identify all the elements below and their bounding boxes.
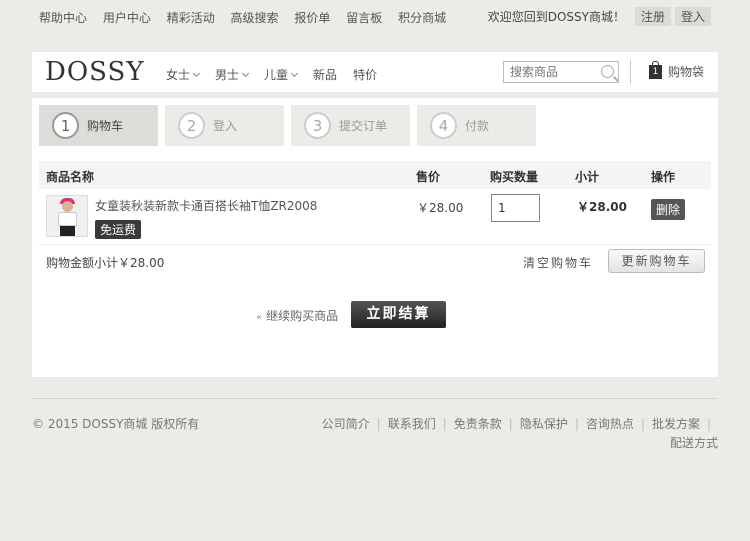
nav-kids[interactable]: 儿童 — [264, 66, 299, 83]
bag-label: 购物袋 — [668, 65, 705, 79]
shopping-bag[interactable]: 1 购物袋 — [649, 60, 705, 80]
checkout-button[interactable]: 立即结算 — [351, 301, 446, 328]
continue-shopping-label: 继续购买商品 — [266, 309, 339, 323]
chevron-down-icon — [192, 69, 201, 77]
nav-women[interactable]: 女士 — [166, 66, 201, 83]
top-links: 帮助中心 用户中心 精彩活动 高级搜索 报价单 留言板 积分商城 — [39, 9, 459, 28]
welcome-bar: 欢迎您回到DOSSY商城！ 注册 登入 — [488, 7, 711, 26]
search-box — [503, 61, 619, 83]
delete-button[interactable]: 删除 — [651, 199, 686, 220]
product-price: ￥28.00 — [417, 201, 464, 215]
step-label: 购物车 — [87, 119, 124, 133]
bag-icon: 1 — [649, 60, 662, 79]
search-input[interactable] — [504, 62, 594, 82]
step-submit-order: 3 提交订单 — [291, 105, 410, 146]
main-nav: 女士 男士 儿童 新品 特价 — [166, 66, 393, 83]
update-cart-button[interactable]: 更新购物车 — [608, 249, 705, 273]
nav-new[interactable]: 新品 — [313, 66, 337, 83]
continue-shopping-link[interactable]: «继续购买商品 — [256, 307, 338, 324]
header-subtotal: 小计 — [575, 170, 600, 184]
divider — [630, 60, 631, 84]
header-quantity: 购买数量 — [490, 170, 539, 184]
cart-panel: 1 购物车 2 登入 3 提交订单 4 付款 商品名称 售价 购买数量 小计 操… — [32, 98, 718, 377]
cart-summary: 购物金额小计￥28.00 清空购物车 更新购物车 — [39, 245, 711, 277]
footer-divider — [32, 398, 718, 399]
link-quote[interactable]: 报价单 — [294, 9, 330, 28]
header-action: 操作 — [651, 170, 676, 184]
logo[interactable]: DOSSY — [45, 57, 145, 87]
footer-link-privacy[interactable]: 隐私保护 — [520, 417, 568, 431]
footer-link-disclaimer[interactable]: 免责条款 — [454, 417, 502, 431]
step-label: 登入 — [213, 119, 238, 133]
table-header: 商品名称 售价 购买数量 小计 操作 — [39, 161, 711, 189]
welcome-text: 欢迎您回到DOSSY商城！ — [487, 10, 625, 24]
product-thumbnail[interactable] — [46, 195, 88, 237]
free-shipping-badge: 免运费 — [95, 220, 142, 239]
nav-men[interactable]: 男士 — [215, 66, 250, 83]
footer-link-contact[interactable]: 联系我们 — [388, 417, 436, 431]
step-number: 4 — [430, 112, 457, 139]
link-points-mall[interactable]: 积分商城 — [398, 9, 446, 28]
clear-cart-link[interactable]: 清空购物车 — [523, 254, 593, 271]
link-user-center[interactable]: 用户中心 — [103, 9, 151, 28]
double-chevron-left-icon: « — [256, 312, 263, 323]
step-number: 1 — [52, 112, 79, 139]
chevron-down-icon — [241, 69, 250, 77]
step-cart: 1 购物车 — [39, 105, 158, 146]
search-icon[interactable] — [601, 65, 614, 78]
cart-total: 购物金额小计￥28.00 — [46, 256, 165, 270]
nav-sale[interactable]: 特价 — [353, 66, 377, 83]
link-events[interactable]: 精彩活动 — [167, 9, 215, 28]
login-button[interactable]: 登入 — [674, 7, 711, 26]
table-row: 女童装秋装新款卡通百搭长袖T恤ZR2008 免运费 ￥28.00 ￥28.00 … — [39, 189, 711, 245]
quantity-input[interactable] — [491, 194, 540, 222]
step-label: 付款 — [465, 119, 490, 133]
footer-link-about[interactable]: 公司简介 — [322, 417, 370, 431]
header-price: 售价 — [416, 170, 441, 184]
link-help[interactable]: 帮助中心 — [39, 9, 87, 28]
footer-links: 公司简介 | 联系我们 | 免责条款 | 隐私保护 | 咨询热点 | 批发方案 | 配送方式 — [321, 417, 718, 450]
step-login: 2 登入 — [165, 105, 284, 146]
register-button[interactable]: 注册 — [634, 7, 671, 26]
site-header: DOSSY 女士 男士 儿童 新品 特价 1 购物袋 — [32, 52, 718, 92]
header-product: 商品名称 — [46, 170, 95, 184]
link-guestbook[interactable]: 留言板 — [346, 9, 382, 28]
cart-table: 商品名称 售价 购买数量 小计 操作 女童装秋装新款卡通百搭长袖T恤ZR2008… — [39, 161, 711, 277]
row-subtotal: ￥28.00 — [577, 200, 627, 214]
footer-link-delivery[interactable]: 配送方式 — [670, 436, 718, 450]
link-advanced-search[interactable]: 高级搜索 — [231, 9, 279, 28]
footer-link-faq[interactable]: 咨询热点 — [586, 417, 634, 431]
step-number: 2 — [178, 112, 205, 139]
step-label: 提交订单 — [339, 119, 388, 133]
step-number: 3 — [304, 112, 331, 139]
checkout-steps: 1 购物车 2 登入 3 提交订单 4 付款 — [39, 105, 543, 146]
footer-link-wholesale[interactable]: 批发方案 — [652, 417, 700, 431]
chevron-down-icon — [291, 69, 299, 77]
step-payment: 4 付款 — [417, 105, 536, 146]
product-name[interactable]: 女童装秋装新款卡通百搭长袖T恤ZR2008 — [95, 197, 317, 214]
copyright: © 2015 DOSSY商城 版权所有 — [32, 417, 200, 431]
